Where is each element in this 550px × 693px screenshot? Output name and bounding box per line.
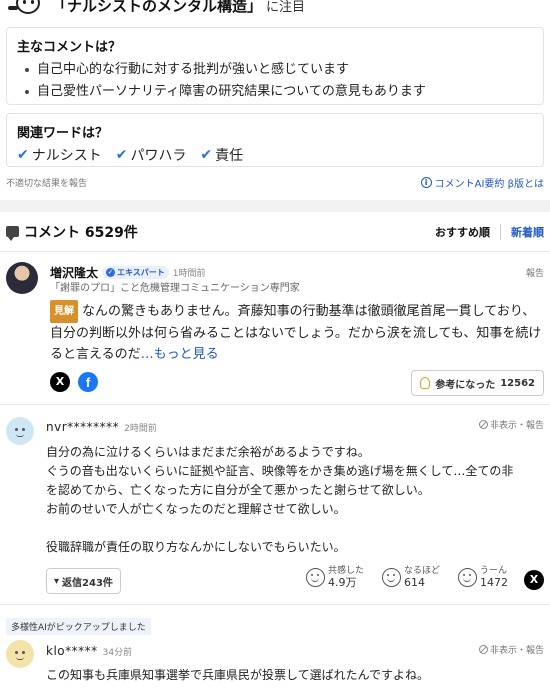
- comments-count-title: コメント 6529件: [24, 224, 138, 241]
- section-divider: [0, 200, 550, 212]
- summary-bullet: 自己中心的な行動に対する批判が強いと感じています: [17, 59, 533, 81]
- replies-button[interactable]: ▾ 返信243件: [46, 568, 121, 594]
- smile-face-icon: [306, 567, 325, 587]
- report-link[interactable]: 報告: [526, 266, 544, 279]
- expert-comment: 増沢隆太 ✓ エキスパート 1時間前 報告 「謝罪のプロ」こと危機管理コミュニケー…: [0, 252, 550, 405]
- comments-header: コメント 6529件 おすすめ順 新着順: [0, 212, 550, 252]
- user-name: nvr********: [46, 420, 120, 434]
- bullet-dot-icon: [25, 90, 29, 94]
- nod-face-icon: [382, 567, 401, 587]
- bullet-dot-icon: [25, 68, 29, 72]
- reaction-empathy-button[interactable]: 共感した 4.9万: [306, 566, 364, 588]
- expert-comment-body: 見解 なんの驚きもありません。斉藤知事の行動基準は徹頭徹尾首尾一貫しており、自分の…: [50, 300, 544, 365]
- expert-avatar[interactable]: [6, 262, 38, 294]
- sort-recommended-tab[interactable]: おすすめ順: [435, 224, 490, 240]
- expert-title: 「謝罪のプロ」こと危機管理コミュニケーション専門家: [50, 283, 300, 294]
- share-x-icon[interactable]: X: [524, 570, 544, 590]
- related-word-narcissist[interactable]: ✔ ナルシスト: [17, 145, 102, 165]
- report-inappropriate-link[interactable]: 不適切な結果を報告: [6, 176, 87, 189]
- user-comment: klo***** 34分前 非表示・報告 この知事も兵庫県知事選挙で兵庫県民が投…: [0, 632, 550, 693]
- check-icon: ✔: [115, 147, 128, 163]
- thinking-face-icon: [458, 567, 477, 587]
- topic-title: 「ナルシストのメンタル構造」: [52, 0, 263, 15]
- reaction-hmm-button[interactable]: うーん 1472: [458, 566, 508, 588]
- chevron-down-icon: ▾: [54, 575, 60, 587]
- summary-bullet: 自己愛性パーソナリティ障害の研究結果についての意見もあります: [17, 81, 533, 103]
- article-topic-bar: 「ナルシストのメンタル構造」 に注目: [0, 0, 550, 18]
- comment-time: 2時間前: [124, 423, 157, 434]
- related-words-card: 関連ワードは？ ✔ ナルシスト ✔ パワハラ ✔ 責任: [6, 113, 544, 167]
- hide-icon: [478, 645, 488, 654]
- ai-summary-info-link[interactable]: i コメントAI要約 β版とは: [420, 175, 544, 190]
- hide-report-link[interactable]: 非表示・報告: [478, 418, 544, 431]
- expert-badge: ✓ エキスパート: [102, 266, 169, 279]
- user-comment: nvr******** 2時間前 非表示・報告 自分の為に泣けるくらいはまだまだ…: [0, 405, 550, 605]
- opinion-label: 見解: [50, 300, 78, 323]
- check-icon: ✔: [200, 147, 213, 163]
- related-word-power-harassment[interactable]: ✔ パワハラ: [116, 145, 187, 165]
- sort-newest-tab[interactable]: 新着順: [500, 223, 544, 240]
- ai-summary-card: 主なコメントは？ 自己中心的な行動に対する批判が強いと感じています 自己愛性パー…: [6, 27, 544, 105]
- reaction-insightful-button[interactable]: なるほど 614: [382, 566, 440, 588]
- comment-body: 自分の為に泣けるくらいはまだまだ余裕があるようですね。 ぐうの音も出ないくらいに…: [46, 445, 514, 554]
- check-icon: ✔: [17, 147, 29, 163]
- hide-report-link[interactable]: 非表示・報告: [478, 643, 544, 656]
- hide-icon: [478, 420, 488, 429]
- comment-time: 34分前: [102, 647, 133, 658]
- share-facebook-icon[interactable]: f: [78, 372, 98, 392]
- verified-check-icon: ✓: [106, 268, 116, 277]
- read-more-link[interactable]: …もっと見る: [141, 347, 219, 362]
- user-avatar: [6, 417, 34, 445]
- user-avatar: [6, 640, 34, 668]
- related-word-responsibility[interactable]: ✔ 責任: [200, 145, 243, 165]
- helpful-button[interactable]: 参考になった 12562: [411, 370, 544, 396]
- topic-suffix: に注目: [266, 0, 306, 15]
- comment-body: この知事も兵庫県知事選挙で兵庫県民が投票して選ばれたんですよね。: [46, 668, 430, 682]
- share-x-icon[interactable]: X: [50, 372, 70, 392]
- comment-time: 1時間前: [172, 269, 206, 279]
- user-name: klo*****: [46, 644, 98, 658]
- info-icon: i: [420, 177, 432, 188]
- lightbulb-icon: [420, 377, 431, 389]
- related-title: 関連ワードは？: [17, 126, 109, 141]
- comment-bubble-icon: [6, 226, 19, 241]
- summary-title: 主なコメントは？: [17, 40, 122, 55]
- helpful-count: 12562: [500, 377, 535, 389]
- mascot-icon: [6, 0, 46, 18]
